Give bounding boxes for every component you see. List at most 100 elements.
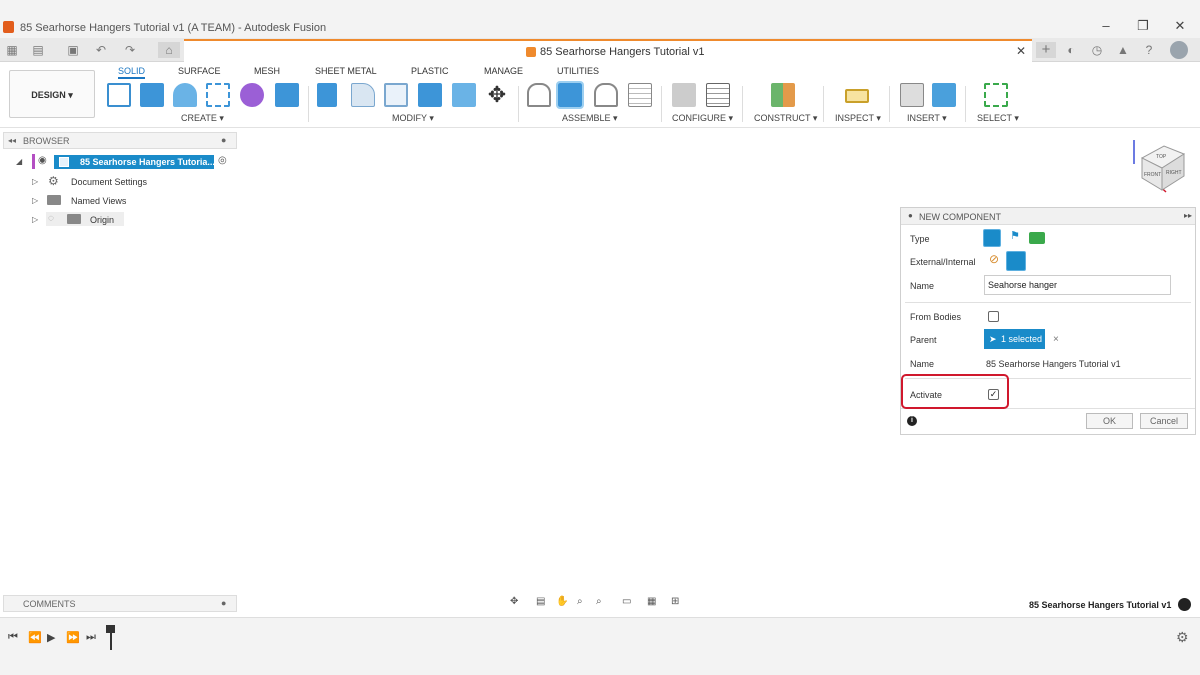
- display-settings-icon[interactable]: ▭: [622, 596, 631, 607]
- extrude-icon[interactable]: [140, 83, 164, 107]
- job-status-icon[interactable]: ◷: [1089, 42, 1105, 58]
- measure-icon[interactable]: [845, 89, 869, 103]
- external-link-icon[interactable]: ⊘: [985, 252, 1003, 270]
- clear-selection-icon[interactable]: ×: [1053, 334, 1059, 345]
- parent-selection-button[interactable]: ➤ 1 selected: [984, 329, 1045, 349]
- visibility-eye-icon[interactable]: ◉: [38, 155, 47, 166]
- first-step-icon[interactable]: ⏮: [8, 631, 18, 644]
- sweep-icon[interactable]: [206, 83, 230, 107]
- fillet-icon[interactable]: [351, 83, 375, 107]
- bill-of-materials-icon[interactable]: [628, 83, 652, 107]
- expand-origin-icon[interactable]: ▷: [32, 215, 38, 224]
- close-tab-icon[interactable]: ✕: [1016, 44, 1026, 58]
- select-group-label[interactable]: SELECT ▾: [977, 113, 1019, 124]
- expand-dialog-icon[interactable]: ▸▸: [1184, 211, 1192, 220]
- internal-component-icon[interactable]: [1006, 251, 1026, 271]
- insert-derive-icon[interactable]: [900, 83, 924, 107]
- insert-canvas-icon[interactable]: [932, 83, 956, 107]
- zoom-icon[interactable]: ⌕: [577, 596, 583, 607]
- file-menu-icon[interactable]: ▤: [30, 42, 46, 58]
- hidden-eye-icon[interactable]: ◌: [48, 213, 54, 224]
- extensions-icon[interactable]: ◐: [1063, 42, 1079, 58]
- fusion-status-icon[interactable]: [1178, 598, 1191, 611]
- expand-named-views-icon[interactable]: ▷: [32, 196, 38, 205]
- browser-root-component[interactable]: 85 Searhorse Hangers Tutoria...: [54, 155, 214, 169]
- dialog-header[interactable]: ● NEW COMPONENT ▸▸: [901, 208, 1195, 225]
- create-form-icon[interactable]: [240, 83, 264, 107]
- configure-group-label[interactable]: CONFIGURE ▾: [672, 113, 733, 124]
- tab-solid[interactable]: SOLID: [118, 66, 146, 79]
- select-icon[interactable]: [984, 83, 1008, 107]
- create-sketch-icon[interactable]: [107, 83, 131, 107]
- timeline-settings-gear-icon[interactable]: ⚙: [1176, 629, 1189, 646]
- info-icon[interactable]: i: [907, 416, 917, 426]
- tab-surface[interactable]: SURFACE: [178, 66, 221, 76]
- construct-group-label[interactable]: CONSTRUCT ▾: [754, 113, 817, 124]
- type-standard-icon[interactable]: [983, 229, 1001, 247]
- last-step-icon[interactable]: ⏭: [86, 631, 96, 644]
- undo-icon[interactable]: ↶: [93, 42, 109, 58]
- timeline-marker[interactable]: [110, 630, 112, 650]
- type-pcb-icon[interactable]: [1029, 232, 1045, 244]
- maximize-button[interactable]: ❐: [1133, 18, 1153, 34]
- joint-icon[interactable]: [527, 83, 551, 107]
- revolve-icon[interactable]: [173, 83, 197, 107]
- configuration-table-icon[interactable]: [706, 83, 730, 107]
- box-icon[interactable]: [275, 83, 299, 107]
- split-body-icon[interactable]: [452, 83, 476, 107]
- tab-sheet-metal[interactable]: SHEET METAL: [315, 66, 377, 76]
- pin-icon[interactable]: ●: [221, 135, 226, 145]
- browser-item-named-views[interactable]: Named Views: [71, 196, 126, 206]
- fit-icon[interactable]: ⌕: [596, 596, 602, 607]
- create-group-label[interactable]: CREATE ▾: [181, 113, 224, 124]
- close-window-button[interactable]: ✕: [1170, 18, 1190, 34]
- browser-item-origin[interactable]: Origin: [90, 215, 114, 225]
- tab-plastic[interactable]: PLASTIC: [411, 66, 449, 76]
- shell-icon[interactable]: [384, 83, 408, 107]
- minimize-button[interactable]: –: [1096, 18, 1116, 34]
- pan-icon[interactable]: ✋: [556, 596, 568, 607]
- combine-icon[interactable]: [418, 83, 442, 107]
- workspace-switcher[interactable]: DESIGN ▾: [9, 70, 95, 118]
- insert-group-label[interactable]: INSERT ▾: [907, 113, 947, 124]
- home-icon[interactable]: ⌂: [158, 42, 180, 58]
- component-name-input[interactable]: Seahorse hanger: [984, 275, 1171, 295]
- save-icon[interactable]: ▣: [65, 42, 81, 58]
- assemble-group-label[interactable]: ASSEMBLE ▾: [562, 113, 618, 124]
- grid-settings-icon[interactable]: ▦: [647, 596, 656, 607]
- browser-item-document-settings[interactable]: Document Settings: [71, 177, 147, 187]
- document-tab[interactable]: 85 Searhorse Hangers Tutorial v1 ✕: [184, 39, 1032, 62]
- configure-icon[interactable]: [672, 83, 696, 107]
- help-icon[interactable]: ?: [1141, 42, 1157, 58]
- tab-utilities[interactable]: UTILITIES: [557, 66, 599, 76]
- look-at-icon[interactable]: ▤: [536, 596, 545, 607]
- ok-button[interactable]: OK: [1086, 413, 1133, 429]
- app-grid-icon[interactable]: ▦: [4, 42, 20, 58]
- inspect-group-label[interactable]: INSPECT ▾: [835, 113, 881, 124]
- expand-root-icon[interactable]: ◢: [16, 157, 22, 166]
- activate-radio-icon[interactable]: ◎: [218, 155, 227, 166]
- redo-icon[interactable]: ↷: [122, 42, 138, 58]
- next-step-icon[interactable]: ⏩: [66, 631, 80, 644]
- cancel-button[interactable]: Cancel: [1140, 413, 1188, 429]
- expand-document-settings-icon[interactable]: ▷: [32, 177, 38, 186]
- user-avatar-icon[interactable]: [1170, 41, 1188, 59]
- tab-mesh[interactable]: MESH: [254, 66, 280, 76]
- new-component-icon[interactable]: [556, 81, 584, 109]
- offset-plane-icon[interactable]: [771, 83, 795, 107]
- from-bodies-checkbox[interactable]: [988, 311, 999, 322]
- type-sheet-metal-icon[interactable]: ⚑: [1006, 229, 1024, 247]
- press-pull-icon[interactable]: [317, 83, 337, 107]
- collapse-browser-icon[interactable]: ◂◂: [8, 136, 16, 145]
- add-comment-icon[interactable]: ●: [221, 598, 226, 608]
- view-cube[interactable]: TOP FRONT RIGHT: [1128, 134, 1190, 200]
- as-built-joint-icon[interactable]: [594, 83, 618, 107]
- previous-step-icon[interactable]: ⏪: [28, 631, 42, 644]
- play-icon[interactable]: ▶: [47, 631, 55, 644]
- notifications-icon[interactable]: ▲: [1115, 42, 1131, 58]
- move-copy-icon[interactable]: ✥: [485, 83, 509, 107]
- viewports-icon[interactable]: ⊞: [671, 596, 679, 607]
- new-tab-icon[interactable]: +: [1036, 42, 1056, 58]
- modify-group-label[interactable]: MODIFY ▾: [392, 113, 434, 124]
- tab-manage[interactable]: MANAGE: [484, 66, 523, 76]
